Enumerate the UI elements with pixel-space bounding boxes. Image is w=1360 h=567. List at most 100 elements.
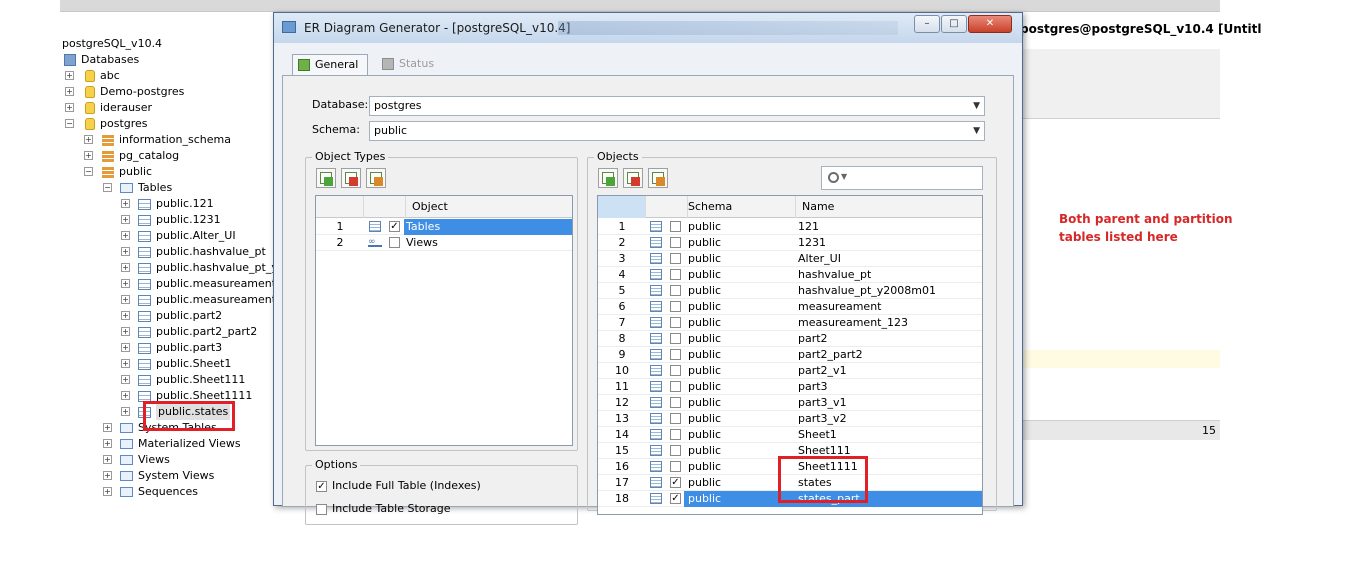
object-checkbox[interactable] <box>670 445 681 456</box>
object-checkbox[interactable] <box>670 285 681 296</box>
object-row[interactable]: 8 public part2 <box>598 331 982 347</box>
editor-current-line <box>1020 350 1220 368</box>
object-row[interactable]: 3 public Alter_UI <box>598 251 982 267</box>
object-type-checkbox[interactable]: ✓ <box>389 221 400 232</box>
expand-icon[interactable]: + <box>84 151 93 160</box>
navigator-tree[interactable]: postgreSQL_v10.4 Databases + abc + Demo-… <box>60 36 292 506</box>
expand-icon[interactable]: + <box>121 391 130 400</box>
invert-selection-button[interactable] <box>366 168 386 188</box>
object-row[interactable]: 1 public 121 <box>598 219 982 235</box>
schema-select[interactable]: public ▼ <box>369 121 985 141</box>
object-checkbox[interactable] <box>670 221 681 232</box>
search-icon <box>828 172 839 183</box>
object-checkbox[interactable] <box>670 429 681 440</box>
table-icon <box>650 397 662 408</box>
expand-icon[interactable]: + <box>65 103 74 112</box>
object-checkbox[interactable] <box>670 381 681 392</box>
dialog-title: ER Diagram Generator - [postgreSQL_v10.4… <box>304 21 571 35</box>
objects-invert-selection-button[interactable] <box>648 168 668 188</box>
expand-icon[interactable]: + <box>121 407 130 416</box>
object-row[interactable]: 12 public part3_v1 <box>598 395 982 411</box>
object-checkbox[interactable] <box>670 269 681 280</box>
expand-icon[interactable]: + <box>103 423 112 432</box>
object-checkbox[interactable] <box>670 349 681 360</box>
table-label: public.part2_part2 <box>156 325 258 338</box>
expand-icon[interactable]: + <box>121 343 130 352</box>
object-row[interactable]: 14 public Sheet1 <box>598 427 982 443</box>
expand-icon[interactable]: + <box>121 199 130 208</box>
object-checkbox[interactable] <box>670 397 681 408</box>
object-checkbox[interactable] <box>670 301 681 312</box>
expand-icon[interactable]: + <box>121 247 130 256</box>
object-row[interactable]: 6 public measureament <box>598 299 982 315</box>
expand-icon[interactable]: + <box>121 311 130 320</box>
option-checkbox[interactable] <box>316 504 327 515</box>
expand-icon[interactable]: + <box>121 215 130 224</box>
expand-icon[interactable]: + <box>103 487 112 496</box>
object-checkbox[interactable]: ✓ <box>670 477 681 488</box>
objects-title: Objects <box>594 150 642 163</box>
object-checkbox[interactable] <box>670 413 681 424</box>
object-type-row[interactable]: 1 ✓ Tables <box>316 219 572 235</box>
minimize-button[interactable]: – <box>914 15 940 33</box>
object-row[interactable]: 7 public measureament_123 <box>598 315 982 331</box>
database-value: postgres <box>374 99 422 112</box>
schema-label: Schema: <box>312 123 360 136</box>
object-row[interactable]: 11 public part3 <box>598 379 982 395</box>
expand-icon[interactable]: + <box>121 279 130 288</box>
check-all-button[interactable] <box>316 168 336 188</box>
db-label: postgres <box>100 117 148 130</box>
database-select[interactable]: postgres ▼ <box>369 96 985 116</box>
tab-status[interactable]: Status <box>377 54 447 76</box>
object-row[interactable]: 2 public 1231 <box>598 235 982 251</box>
expand-icon[interactable]: + <box>65 71 74 80</box>
table-icon <box>138 215 151 226</box>
objects-search-input[interactable]: ▼ <box>821 166 983 190</box>
expand-icon[interactable]: + <box>103 455 112 464</box>
expand-icon[interactable]: + <box>121 359 130 368</box>
tab-general[interactable]: General <box>292 54 368 76</box>
editor-tab-title[interactable]: postgres@postgreSQL_v10.4 [Untitl <box>1020 22 1261 36</box>
table-icon <box>650 445 662 456</box>
collapse-icon[interactable]: − <box>84 167 93 176</box>
object-row[interactable]: 13 public part3_v2 <box>598 411 982 427</box>
object-type-row[interactable]: 2 ∞ Views <box>316 235 572 251</box>
object-row[interactable]: 5 public hashvalue_pt_y2008m01 <box>598 283 982 299</box>
object-checkbox[interactable] <box>670 237 681 248</box>
object-row[interactable]: 4 public hashvalue_pt <box>598 267 982 283</box>
expand-icon[interactable]: + <box>121 375 130 384</box>
object-checkbox[interactable] <box>670 461 681 472</box>
expand-icon[interactable]: + <box>103 471 112 480</box>
close-button[interactable]: ✕ <box>968 15 1012 33</box>
expand-icon[interactable]: + <box>121 263 130 272</box>
expand-icon[interactable]: + <box>84 135 93 144</box>
object-type-checkbox[interactable] <box>389 237 400 248</box>
expand-icon[interactable]: + <box>121 231 130 240</box>
object-name: Alter_UI <box>798 252 841 265</box>
object-types-grid[interactable]: Object 1 ✓ Tables 2 ∞ Views <box>315 195 573 446</box>
object-name: hashvalue_pt_y2008m01 <box>798 284 936 297</box>
expand-icon[interactable]: + <box>121 295 130 304</box>
table-icon <box>650 285 662 296</box>
object-checkbox[interactable] <box>670 317 681 328</box>
maximize-button[interactable]: □ <box>941 15 967 33</box>
collapse-icon[interactable]: − <box>65 119 74 128</box>
objects-uncheck-all-button[interactable] <box>623 168 643 188</box>
tree-root-label: postgreSQL_v10.4 <box>62 37 163 50</box>
collapse-icon[interactable]: − <box>103 183 112 192</box>
expand-icon[interactable]: + <box>65 87 74 96</box>
expand-icon[interactable]: + <box>121 327 130 336</box>
expand-icon[interactable]: + <box>103 439 112 448</box>
uncheck-all-button[interactable] <box>341 168 361 188</box>
object-schema: public <box>688 428 722 441</box>
object-checkbox[interactable] <box>670 365 681 376</box>
object-row[interactable]: 9 public part2_part2 <box>598 347 982 363</box>
dialog-titlebar[interactable]: ER Diagram Generator - [postgreSQL_v10.4… <box>274 13 1022 43</box>
objects-check-all-button[interactable] <box>598 168 618 188</box>
object-checkbox[interactable]: ✓ <box>670 493 681 504</box>
object-row[interactable]: 10 public part2_v1 <box>598 363 982 379</box>
object-checkbox[interactable] <box>670 253 681 264</box>
object-checkbox[interactable] <box>670 333 681 344</box>
folder-label: Sequences <box>138 485 198 498</box>
option-checkbox[interactable]: ✓ <box>316 481 327 492</box>
